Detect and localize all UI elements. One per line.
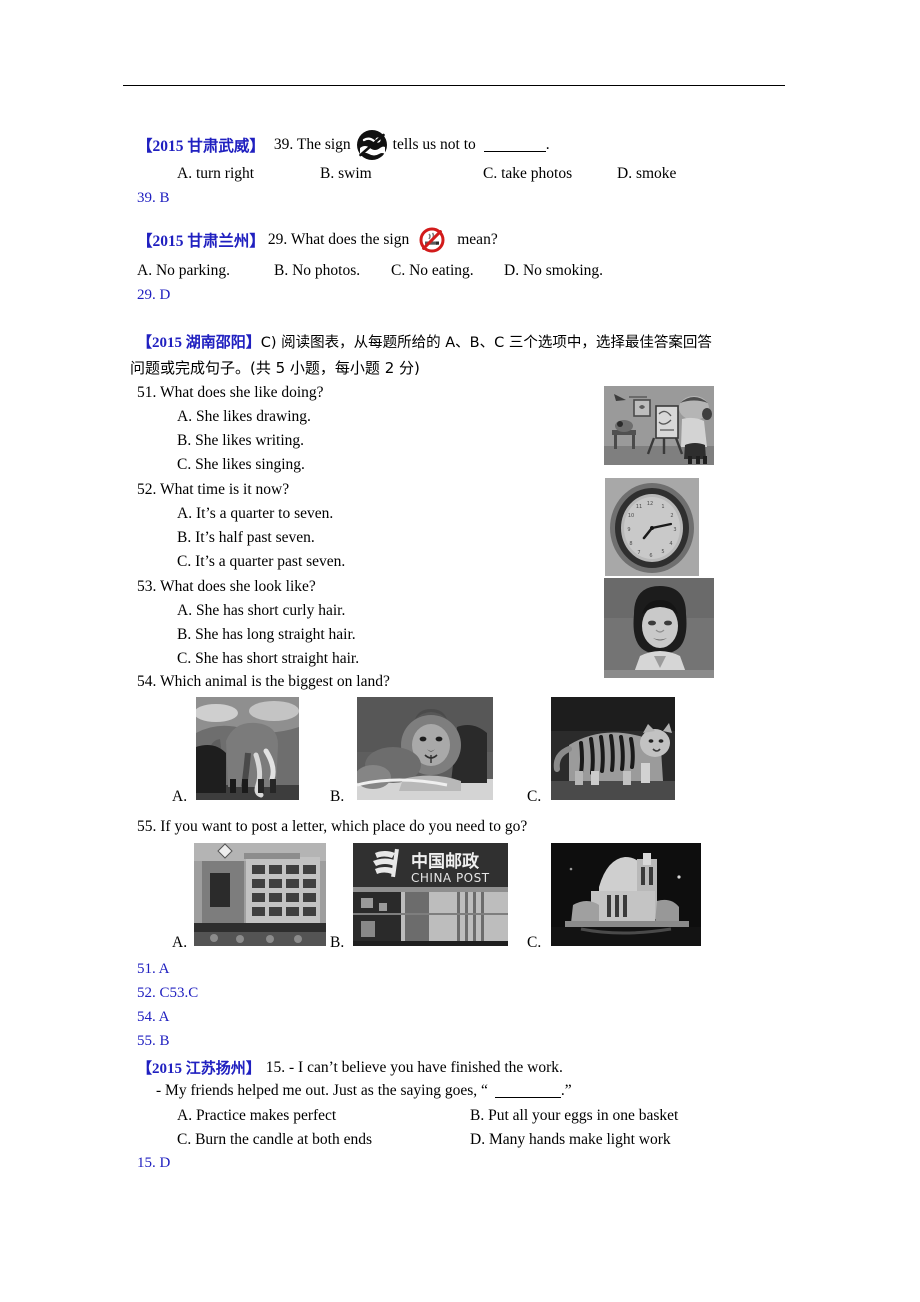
question-53-option-a[interactable]: A. She has short curly hair. bbox=[177, 602, 345, 620]
question-15-stem-line-2-row: - My friends helped me out. Just as the … bbox=[156, 1082, 572, 1100]
svg-text:3: 3 bbox=[673, 527, 676, 533]
question-15-stem-line-1: 15. - I can’t believe you have finished … bbox=[265, 1058, 563, 1076]
question-54-image-tiger[interactable] bbox=[551, 697, 675, 800]
svg-text:9: 9 bbox=[627, 527, 630, 533]
question-29-option-b[interactable]: B. No photos. bbox=[274, 262, 360, 280]
question-51-option-c[interactable]: C. She likes singing. bbox=[177, 456, 305, 474]
question-29-option-a[interactable]: A. No parking. bbox=[137, 262, 230, 280]
question-51-option-a[interactable]: A. She likes drawing. bbox=[177, 408, 311, 426]
question-52-image-wall-clock: 12 3 6 9 1 2 4 5 7 8 10 11 bbox=[605, 478, 699, 576]
question-51-stem: 51. What does she like doing? bbox=[137, 384, 324, 401]
answer-29: 29. D bbox=[137, 287, 171, 303]
china-post-sign-en: CHINA POST bbox=[411, 871, 490, 885]
question-51-image-girl-drawing bbox=[604, 386, 714, 465]
question-15-option-b[interactable]: B. Put all your eggs in one basket bbox=[470, 1107, 678, 1125]
question-52-stem: 52. What time is it now? bbox=[137, 481, 290, 498]
question-55-option-b-letter[interactable]: B. bbox=[330, 934, 344, 952]
question-39-option-c[interactable]: C. take photos bbox=[483, 165, 572, 183]
question-53-image-woman-portrait bbox=[604, 578, 714, 678]
question-55-option-c-letter[interactable]: C. bbox=[527, 934, 541, 952]
question-15-option-a[interactable]: A. Practice makes perfect bbox=[177, 1107, 336, 1125]
question-54-stem: 54. Which animal is the biggest on land? bbox=[137, 673, 390, 690]
question-39-stem-tail: . bbox=[545, 136, 550, 153]
question-52-option-a[interactable]: A. It’s a quarter to seven. bbox=[177, 505, 333, 523]
question-29-option-c[interactable]: C. No eating. bbox=[391, 262, 474, 280]
svg-text:1: 1 bbox=[661, 504, 664, 510]
section-hunan-shaoyang-instructions: 【2015 湖南邵阳】C) 阅读图表，从每题所给的 A、B、C 三个选项中，选择… bbox=[137, 331, 787, 356]
instruction-line-2: 问题或完成句子。(共 5 小题，每小题 2 分) bbox=[130, 359, 420, 377]
answer-51: 51. A bbox=[137, 961, 170, 977]
question-53-option-c[interactable]: C. She has short straight hair. bbox=[177, 650, 359, 668]
question-39-option-b[interactable]: B. swim bbox=[320, 165, 372, 183]
svg-text:7: 7 bbox=[637, 550, 640, 556]
question-54-image-lion[interactable] bbox=[357, 697, 493, 800]
answer-39: 39. B bbox=[137, 190, 170, 206]
svg-text:5: 5 bbox=[661, 549, 664, 555]
section-header-gansu-lanzhou: 【2015 甘肃兰州】 bbox=[137, 233, 265, 250]
question-54-image-elephant[interactable] bbox=[196, 697, 299, 800]
section-gansu-lanzhou-stem-row: 【2015 甘肃兰州】 29. What does the sign mean? bbox=[137, 227, 498, 253]
no-swimming-icon bbox=[355, 128, 389, 162]
section-header-jiangsu-yangzhou: 【2015 江苏扬州】 bbox=[137, 1061, 261, 1077]
answer-15: 15. D bbox=[137, 1155, 171, 1171]
svg-text:4: 4 bbox=[669, 541, 672, 547]
question-39-option-a[interactable]: A. turn right bbox=[177, 165, 254, 183]
question-15-stem-line-2-pre: - My friends helped me out. Just as the … bbox=[156, 1082, 488, 1099]
question-54-option-c-letter[interactable]: C. bbox=[527, 788, 541, 806]
question-39-stem-pre: 39. The sign bbox=[273, 136, 351, 153]
no-smoking-icon bbox=[419, 227, 445, 253]
svg-text:11: 11 bbox=[636, 504, 642, 510]
question-55-image-building-at-night[interactable] bbox=[551, 843, 701, 946]
question-29-option-d[interactable]: D. No smoking. bbox=[504, 262, 603, 280]
question-52-option-b[interactable]: B. It’s half past seven. bbox=[177, 529, 315, 547]
svg-text:2: 2 bbox=[670, 513, 673, 519]
section-jiangsu-yangzhou-stem-row: 【2015 江苏扬州】 15. - I can’t believe you ha… bbox=[137, 1057, 563, 1078]
svg-text:6: 6 bbox=[649, 553, 652, 559]
question-51-option-b[interactable]: B. She likes writing. bbox=[177, 432, 304, 450]
question-39-option-d[interactable]: D. smoke bbox=[617, 165, 676, 183]
question-55-image-china-post-office[interactable]: 中国邮政 CHINA POST bbox=[353, 843, 508, 946]
question-55-image-department-store[interactable] bbox=[194, 843, 326, 946]
answer-55: 55. B bbox=[137, 1033, 170, 1049]
answer-54: 54. A bbox=[137, 1009, 170, 1025]
question-39-stem-post: tells us not to bbox=[392, 136, 476, 153]
question-52-option-c[interactable]: C. It’s a quarter past seven. bbox=[177, 553, 345, 571]
section-header-hunan-shaoyang: 【2015 湖南邵阳】 bbox=[137, 335, 261, 351]
question-53-stem: 53. What does she look like? bbox=[137, 578, 316, 595]
svg-text:8: 8 bbox=[629, 541, 632, 547]
svg-text:12: 12 bbox=[647, 501, 653, 507]
question-15-answer-blank[interactable] bbox=[494, 1084, 561, 1098]
question-15-stem-line-2-post: .” bbox=[560, 1082, 572, 1099]
instruction-line-1: C) 阅读图表，从每题所给的 A、B、C 三个选项中，选择最佳答案回答 bbox=[260, 335, 712, 351]
svg-text:10: 10 bbox=[628, 513, 634, 519]
question-54-option-a-letter[interactable]: A. bbox=[172, 788, 187, 806]
answer-52-53: 52. C53.C bbox=[137, 985, 199, 1001]
question-15-option-c[interactable]: C. Burn the candle at both ends bbox=[177, 1131, 372, 1149]
worksheet-page: 【2015 甘肃武威】 39. The sign tells us not to… bbox=[0, 0, 920, 1302]
question-29-stem-post: mean? bbox=[457, 231, 498, 248]
question-55-stem: 55. If you want to post a letter, which … bbox=[137, 818, 528, 835]
china-post-sign-cn: 中国邮政 bbox=[411, 851, 480, 872]
question-54-option-b-letter[interactable]: B. bbox=[330, 788, 344, 806]
question-29-stem-pre: 29. What does the sign bbox=[267, 231, 410, 248]
header-divider-rule bbox=[123, 85, 785, 86]
question-15-option-d[interactable]: D. Many hands make light work bbox=[470, 1131, 671, 1149]
question-55-option-a-letter[interactable]: A. bbox=[172, 934, 187, 952]
question-53-option-b[interactable]: B. She has long straight hair. bbox=[177, 626, 356, 644]
question-39-answer-blank[interactable] bbox=[483, 138, 546, 152]
section-gansu-wuwei-stem-row: 【2015 甘肃武威】 39. The sign tells us not to… bbox=[137, 128, 550, 162]
section-header-gansu-wuwei: 【2015 甘肃武威】 bbox=[137, 138, 265, 155]
